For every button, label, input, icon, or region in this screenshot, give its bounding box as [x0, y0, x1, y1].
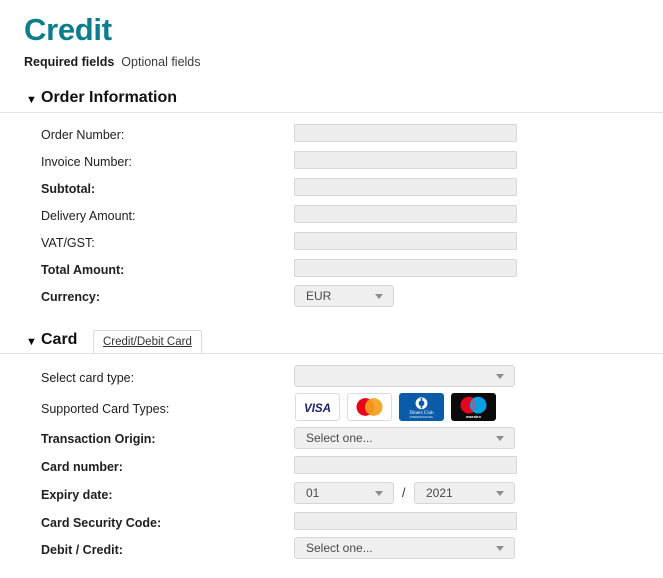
- label-transaction-origin: Transaction Origin:: [41, 432, 156, 446]
- chevron-down-icon[interactable]: [496, 491, 504, 496]
- label-total-amount: Total Amount:: [41, 263, 125, 277]
- chevron-down-icon[interactable]: [496, 374, 504, 379]
- field-legend: Required fields Optional fields: [24, 54, 201, 70]
- select-currency[interactable]: EUR: [294, 285, 394, 307]
- collapse-caret-icon[interactable]: ▼: [26, 333, 37, 351]
- label-select-card-type: Select card type:: [41, 371, 135, 385]
- page-title: Credit: [24, 12, 112, 47]
- tab-credit-debit-card[interactable]: Credit/Debit Card: [93, 330, 202, 353]
- diners-club-logo-icon: Diners Club INTERNATIONAL: [399, 393, 444, 421]
- chevron-down-icon[interactable]: [375, 491, 383, 496]
- chevron-down-icon[interactable]: [375, 294, 383, 299]
- mastercard-logo-icon: [347, 393, 392, 421]
- label-expiry-date: Expiry date:: [41, 488, 113, 502]
- select-expiry-year[interactable]: 2021: [414, 482, 515, 504]
- legend-required-label: Required fields: [24, 55, 115, 69]
- label-vat-gst: VAT/GST:: [41, 236, 95, 250]
- label-card-number: Card number:: [41, 460, 123, 474]
- collapse-caret-icon[interactable]: ▼: [26, 91, 37, 109]
- svg-text:INTERNATIONAL: INTERNATIONAL: [410, 415, 434, 419]
- svg-text:VISA: VISA: [304, 402, 331, 415]
- label-card-security-code: Card Security Code:: [41, 516, 162, 530]
- section-divider-card: [0, 353, 663, 354]
- section-title-card: Card: [41, 331, 78, 348]
- select-transaction-origin[interactable]: Select one...: [294, 427, 515, 449]
- select-debit-credit[interactable]: Select one...: [294, 537, 515, 559]
- label-debit-credit: Debit / Credit:: [41, 543, 123, 557]
- input-total-amount[interactable]: [294, 259, 517, 277]
- label-currency: Currency:: [41, 290, 101, 304]
- input-invoice-number[interactable]: [294, 151, 517, 169]
- maestro-logo-icon: maestro: [451, 393, 496, 421]
- label-subtotal: Subtotal:: [41, 182, 96, 196]
- select-transaction-origin-value: Select one...: [306, 431, 373, 445]
- select-expiry-month[interactable]: 01: [294, 482, 394, 504]
- section-divider-order-information: [0, 112, 663, 113]
- select-currency-value: EUR: [306, 289, 332, 303]
- select-expiry-year-value: 2021: [426, 486, 453, 500]
- legend-optional-label: Optional fields: [121, 55, 201, 69]
- select-debit-credit-value: Select one...: [306, 541, 373, 555]
- select-card-type[interactable]: [294, 365, 515, 387]
- input-order-number[interactable]: [294, 124, 517, 142]
- input-vat-gst[interactable]: [294, 232, 517, 250]
- label-delivery-amount: Delivery Amount:: [41, 209, 136, 223]
- chevron-down-icon[interactable]: [496, 436, 504, 441]
- input-subtotal[interactable]: [294, 178, 517, 196]
- input-delivery-amount[interactable]: [294, 205, 517, 223]
- section-header-order-information[interactable]: ▼ Order Information: [0, 88, 663, 114]
- credit-payment-form: Credit Required fields Optional fields ▼ …: [0, 0, 663, 578]
- label-order-number: Order Number:: [41, 128, 125, 142]
- label-supported-card-types: Supported Card Types:: [41, 402, 170, 416]
- input-card-number[interactable]: [294, 456, 517, 474]
- visa-logo-icon: VISA: [295, 393, 340, 421]
- svg-text:Diners Club: Diners Club: [409, 411, 434, 416]
- label-invoice-number: Invoice Number:: [41, 155, 133, 169]
- expiry-separator: /: [402, 486, 406, 500]
- chevron-down-icon[interactable]: [496, 546, 504, 551]
- section-title-order-information: Order Information: [41, 89, 178, 106]
- select-expiry-month-value: 01: [306, 486, 320, 500]
- input-card-security-code[interactable]: [294, 512, 517, 530]
- svg-text:maestro: maestro: [466, 414, 482, 419]
